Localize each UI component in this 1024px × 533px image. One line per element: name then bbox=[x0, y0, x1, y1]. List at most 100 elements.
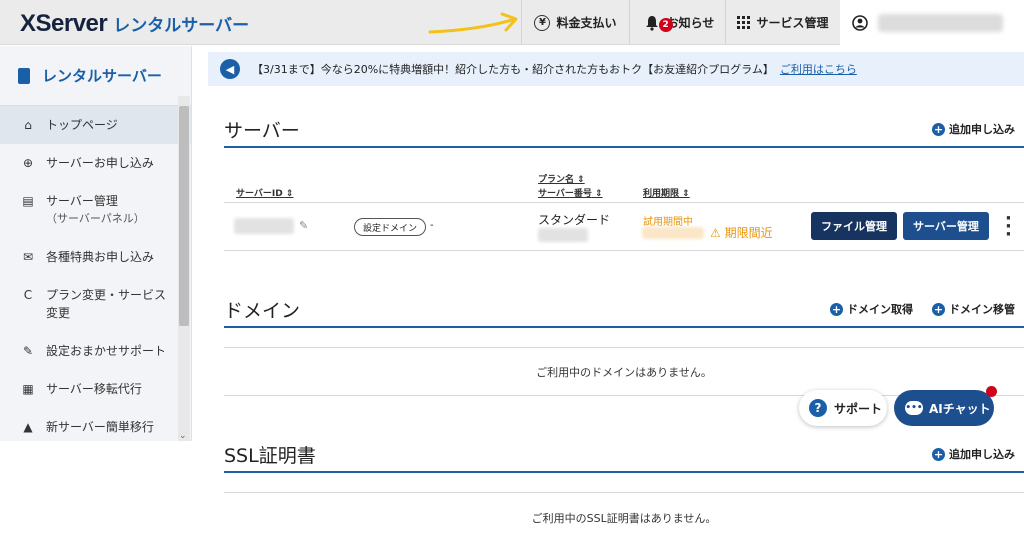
more-options-icon[interactable]: · · · bbox=[1005, 210, 1012, 244]
help-icon: ? bbox=[809, 399, 827, 417]
sidebar-item-easy-migration[interactable]: ▲ 新サーバー簡単移行 bbox=[0, 408, 191, 446]
yellow-arrow-annotation bbox=[428, 12, 518, 34]
support-label: サポート bbox=[834, 401, 883, 416]
server-add-link[interactable]: + 追加申し込み bbox=[932, 121, 1015, 137]
domain-empty-message: ご利用中のドメインはありません。 bbox=[536, 366, 712, 379]
file-manager-button[interactable]: ファイル管理 bbox=[811, 212, 897, 240]
upload-icon: ▲ bbox=[23, 420, 33, 434]
domain-setting-tag[interactable]: 設定ドメイン bbox=[354, 218, 427, 236]
sidebar-item-benefits[interactable]: ✉ 各種特典お申し込み bbox=[0, 238, 191, 276]
plan-name: スタンダード bbox=[538, 213, 611, 227]
ssl-table-top bbox=[224, 492, 1024, 493]
logo-main: XServer bbox=[20, 10, 108, 37]
pencil-icon[interactable]: ✎ bbox=[299, 219, 308, 232]
expiry-warning: ⚠ 期限間近 bbox=[710, 226, 773, 240]
sidebar-item-label: 各種特典お申し込み bbox=[46, 250, 155, 264]
sidebar-item-plan-change[interactable]: C プラン変更・サービス 変更 bbox=[0, 276, 191, 332]
banner-text: 【3/31まで】今なら20%に特典増額中！紹介した方も・紹介された方もおトク【お… bbox=[252, 63, 774, 76]
notifications-label: お知らせ bbox=[666, 16, 715, 30]
plus-circle-icon: + bbox=[932, 122, 945, 136]
notification-count-badge: 2 bbox=[658, 17, 673, 32]
sidebar-item-label: プラン変更・サービス bbox=[46, 288, 167, 302]
megaphone-icon: ◀ bbox=[220, 59, 240, 79]
domain-value: - bbox=[430, 220, 434, 231]
sidebar-item-migration-service[interactable]: ▦ サーバー移転代行 bbox=[0, 370, 191, 408]
plus-circle-icon: + bbox=[932, 447, 945, 461]
table-header-divider bbox=[224, 202, 1024, 203]
server-icon: ▤ bbox=[22, 194, 34, 208]
chevron-down-icon[interactable]: ⌄ bbox=[179, 431, 187, 441]
expiry-date-redacted bbox=[642, 227, 704, 239]
sidebar-item-sublabel: 変更 bbox=[46, 306, 71, 320]
ssl-section-divider bbox=[224, 471, 1024, 473]
trial-status: 試用期間中 bbox=[643, 217, 693, 228]
sidebar-item-label: 新サーバー簡単移行 bbox=[46, 420, 154, 434]
server-section-divider bbox=[224, 146, 1024, 148]
ai-chat-button[interactable]: ••• AIチャット bbox=[894, 386, 997, 426]
home-icon: ⌂ bbox=[24, 118, 32, 132]
server-manage-button[interactable]: サーバー管理 bbox=[903, 212, 989, 240]
domain-transfer-link[interactable]: + ドメイン移管 bbox=[932, 301, 1015, 317]
support-button[interactable]: ? サポート bbox=[799, 390, 887, 426]
services-button[interactable]: サービス管理 bbox=[725, 0, 840, 45]
refresh-icon: C bbox=[23, 288, 33, 302]
ssl-section-title: SSL証明書 bbox=[224, 445, 316, 467]
domain-get-link[interactable]: + ドメイン取得 bbox=[830, 301, 913, 317]
domain-transfer-label: ドメイン移管 bbox=[949, 303, 1015, 316]
sidebar-item-label: トップページ bbox=[46, 118, 118, 132]
domain-table-top bbox=[224, 347, 1024, 348]
billing-label: 料金支払い bbox=[556, 16, 617, 30]
sidebar-item-label: サーバー移転代行 bbox=[46, 382, 142, 396]
sidebar-scrollbar[interactable]: ⌄ bbox=[178, 96, 190, 441]
server-id-redacted bbox=[234, 218, 294, 234]
sidebar-item-top-page[interactable]: ⌂ トップページ bbox=[0, 106, 191, 144]
server-move-icon: ▦ bbox=[22, 382, 34, 396]
top-bar: XServer レンタルサーバー ¥ 料金支払い 2 お知らせ サービス管理 bbox=[0, 0, 1024, 45]
billing-button[interactable]: ¥ 料金支払い bbox=[521, 0, 629, 45]
xserver-logo[interactable]: XServer レンタルサーバー bbox=[20, 10, 249, 38]
table-row-divider bbox=[224, 250, 1024, 251]
wrench-icon: ✎ bbox=[22, 344, 34, 358]
plus-circle-icon: + bbox=[932, 302, 945, 316]
plus-circle-icon: + bbox=[830, 302, 843, 316]
sidebar-item-sublabel: （サーバーパネル） bbox=[46, 212, 145, 225]
server-add-label: 追加申し込み bbox=[949, 123, 1015, 136]
sidebar-item-setup-support[interactable]: ✎ 設定おまかせサポート bbox=[0, 332, 191, 370]
yen-icon: ¥ bbox=[534, 14, 551, 31]
ai-chat-label: AIチャット bbox=[929, 401, 991, 416]
server-number-redacted bbox=[538, 228, 588, 242]
scrollbar-thumb[interactable] bbox=[179, 106, 189, 326]
grid-icon bbox=[737, 16, 751, 29]
user-circle-icon bbox=[852, 14, 868, 31]
sidebar-item-label: サーバー管理 bbox=[46, 194, 118, 208]
sidebar-header[interactable]: レンタルサーバー bbox=[0, 46, 191, 106]
ai-chat-alert-dot bbox=[986, 386, 997, 397]
sidebar-item-server-manage[interactable]: ▤ サーバー管理 （サーバーパネル） bbox=[0, 182, 191, 238]
warning-icon: ⚠ bbox=[710, 226, 721, 240]
column-header-period[interactable]: 利用期限 ⇕ bbox=[643, 186, 690, 199]
notifications-button[interactable]: 2 お知らせ bbox=[629, 0, 725, 45]
column-header-server-id[interactable]: サーバーID ⇕ bbox=[236, 186, 293, 199]
plus-circle-icon: ⊕ bbox=[22, 156, 34, 170]
domain-section-title: ドメイン bbox=[224, 300, 301, 322]
ssl-add-link[interactable]: + 追加申し込み bbox=[932, 446, 1015, 462]
logo-sub: レンタルサーバー bbox=[113, 16, 250, 35]
banner-link[interactable]: ご利用はこちら bbox=[780, 61, 857, 77]
book-icon bbox=[18, 67, 30, 84]
chat-bubble-icon: ••• bbox=[905, 401, 923, 415]
domain-get-label: ドメイン取得 bbox=[847, 303, 913, 316]
server-section-title: サーバー bbox=[224, 120, 300, 142]
services-label: サービス管理 bbox=[756, 16, 829, 30]
gift-icon: ✉ bbox=[22, 250, 34, 264]
column-header-server-number[interactable]: サーバー番号 ⇕ bbox=[538, 186, 603, 199]
user-account-menu[interactable] bbox=[840, 0, 1024, 45]
domain-section-divider bbox=[224, 326, 1024, 328]
sidebar-item-label: サーバーお申し込み bbox=[46, 156, 154, 170]
sidebar-item-server-apply[interactable]: ⊕ サーバーお申し込み bbox=[0, 144, 191, 182]
column-header-plan-name[interactable]: プラン名 ⇕ bbox=[538, 172, 585, 185]
sidebar: レンタルサーバー ⌂ トップページ ⊕ サーバーお申し込み ▤ サーバー管理 （サ… bbox=[0, 46, 192, 441]
sidebar-title: レンタルサーバー bbox=[42, 67, 162, 85]
ssl-empty-message: ご利用中のSSL証明書はありません。 bbox=[531, 512, 717, 525]
user-name-redacted bbox=[878, 13, 1003, 32]
bell-icon: 2 bbox=[641, 12, 673, 34]
